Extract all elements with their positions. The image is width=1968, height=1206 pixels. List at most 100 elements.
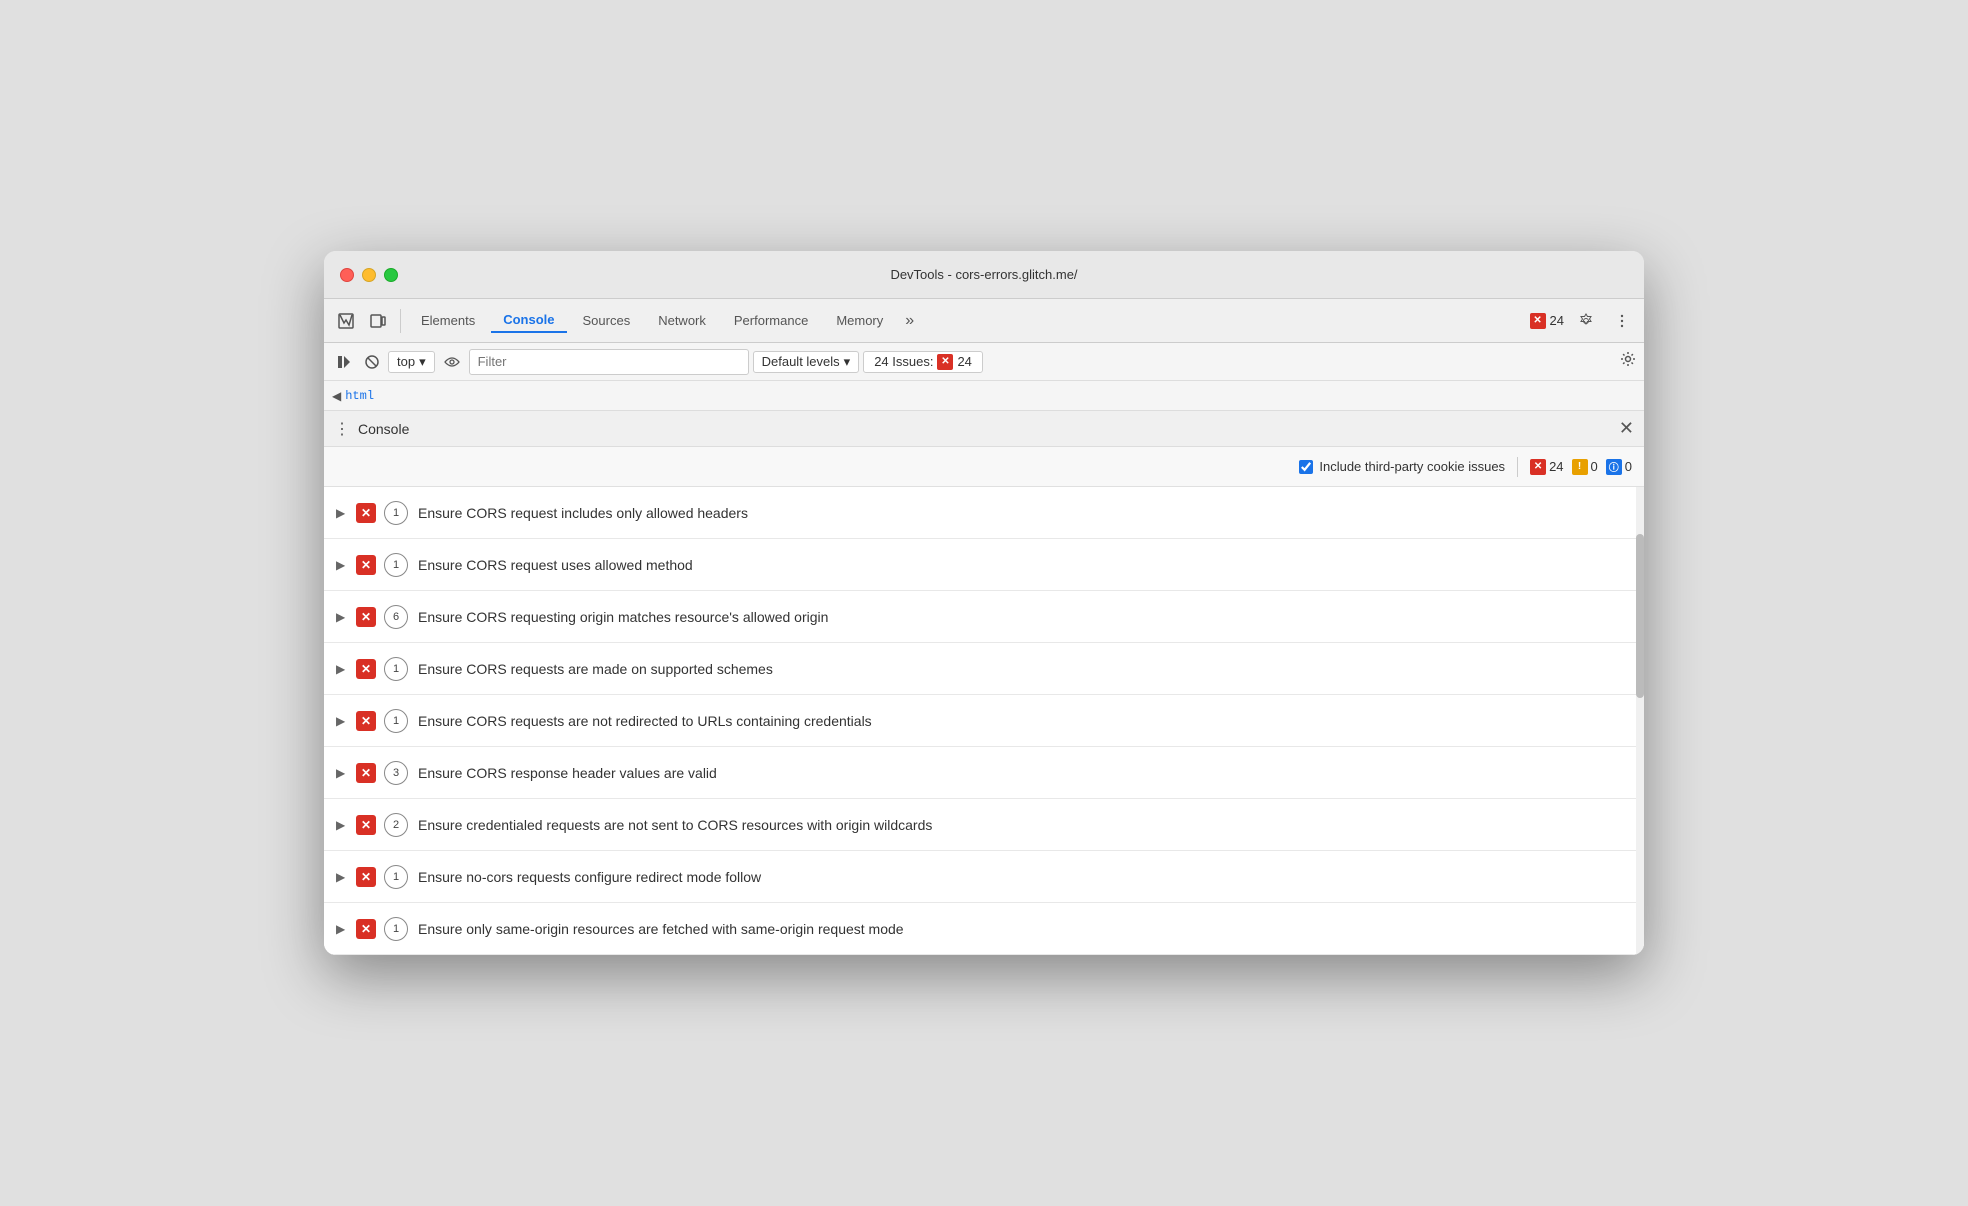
main-toolbar: Elements Console Sources Network Perform… [324, 299, 1644, 343]
window-title: DevTools - cors-errors.glitch.me/ [890, 267, 1077, 282]
issue-count-circle: 1 [384, 657, 408, 681]
device-toolbar-icon[interactable] [364, 307, 392, 335]
maximize-button[interactable] [384, 268, 398, 282]
console-settings-icon[interactable] [1620, 351, 1636, 372]
run-icon[interactable] [332, 350, 356, 374]
breadcrumb-bar: ◀ html [324, 381, 1644, 411]
issue-list-container: ▶ ✕ 1 Ensure CORS request includes only … [324, 487, 1644, 955]
more-tabs-icon[interactable]: » [899, 308, 920, 334]
context-label: top [397, 354, 415, 369]
cookie-label: Include third-party cookie issues [1319, 459, 1505, 474]
issue-text: Ensure only same-origin resources are fe… [418, 921, 904, 937]
issue-error-icon: ✕ [356, 503, 376, 523]
tab-elements[interactable]: Elements [409, 309, 487, 332]
expand-arrow-icon: ▶ [336, 922, 348, 936]
info-count-icon: ⓘ [1606, 459, 1622, 475]
issue-count-circle: 1 [384, 917, 408, 941]
toolbar-right: ✕ 24 [1530, 307, 1636, 335]
issue-count-circle: 3 [384, 761, 408, 785]
context-selector[interactable]: top ▾ [388, 351, 435, 373]
issues-count-row: ✕ 24 ! 0 ⓘ 0 [1530, 459, 1632, 475]
issue-count-circle: 6 [384, 605, 408, 629]
tab-sources[interactable]: Sources [571, 309, 643, 332]
expand-arrow-icon: ▶ [336, 558, 348, 572]
issue-count-circle: 1 [384, 501, 408, 525]
scrollbar-thumb[interactable] [1636, 534, 1644, 698]
tab-performance[interactable]: Performance [722, 309, 820, 332]
error-badge[interactable]: ✕ 24 [1530, 313, 1564, 329]
issues-button[interactable]: 24 Issues: ✕ 24 [863, 351, 983, 373]
issue-row[interactable]: ▶ ✕ 1 Ensure no-cors requests configure … [324, 851, 1644, 903]
expand-arrow-icon: ▶ [336, 818, 348, 832]
tab-console[interactable]: Console [491, 308, 566, 333]
issues-panel: Include third-party cookie issues ✕ 24 !… [324, 447, 1644, 955]
issue-error-icon: ✕ [356, 867, 376, 887]
issue-error-icon: ✕ [356, 555, 376, 575]
error-count-icon: ✕ [1530, 459, 1546, 475]
warning-count-label: 0 [1591, 459, 1598, 474]
console-toolbar: top ▾ Default levels ▾ 24 Issues: ✕ 24 [324, 343, 1644, 381]
close-button[interactable] [340, 268, 354, 282]
issue-row[interactable]: ▶ ✕ 1 Ensure only same-origin resources … [324, 903, 1644, 955]
filter-input[interactable] [469, 349, 749, 375]
expand-arrow-icon: ▶ [336, 714, 348, 728]
issue-text: Ensure CORS requests are made on support… [418, 661, 773, 677]
issue-row[interactable]: ▶ ✕ 1 Ensure CORS request includes only … [324, 487, 1644, 539]
expand-arrow-icon: ▶ [336, 610, 348, 624]
warning-count-badge: ! 0 [1572, 459, 1598, 475]
issue-text: Ensure CORS requests are not redirected … [418, 713, 872, 729]
error-icon: ✕ [1530, 313, 1546, 329]
issue-text: Ensure credentialed requests are not sen… [418, 817, 932, 833]
more-options-icon[interactable] [1608, 307, 1636, 335]
cookie-checkbox-row: Include third-party cookie issues [1299, 459, 1505, 474]
issue-row[interactable]: ▶ ✕ 1 Ensure CORS requests are made on s… [324, 643, 1644, 695]
issue-text: Ensure CORS requesting origin matches re… [418, 609, 828, 625]
issue-error-icon: ✕ [356, 659, 376, 679]
error-count-badge: ✕ 24 [1530, 459, 1563, 475]
close-panel-button[interactable]: ✕ [1619, 418, 1634, 439]
live-expressions-icon[interactable] [439, 349, 465, 375]
issue-text: Ensure CORS response header values are v… [418, 765, 717, 781]
error-count-label: 24 [1549, 459, 1563, 474]
scrollbar-track[interactable] [1636, 487, 1644, 955]
log-levels-selector[interactable]: Default levels ▾ [753, 351, 860, 373]
console-panel-title: Console [358, 421, 409, 437]
expand-arrow-icon: ▶ [336, 662, 348, 676]
expand-arrow-icon: ▶ [336, 766, 348, 780]
block-icon[interactable] [360, 350, 384, 374]
issues-error-icon: ✕ [937, 354, 953, 370]
levels-label: Default levels [762, 354, 840, 369]
devtools-window: DevTools - cors-errors.glitch.me/ Elemen… [324, 251, 1644, 955]
issue-text: Ensure CORS request uses allowed method [418, 557, 693, 573]
panel-menu-icon[interactable]: ⋮ [334, 419, 350, 439]
issue-row[interactable]: ▶ ✕ 6 Ensure CORS requesting origin matc… [324, 591, 1644, 643]
breadcrumb: html [345, 389, 374, 403]
issue-error-icon: ✕ [356, 711, 376, 731]
issue-row[interactable]: ▶ ✕ 1 Ensure CORS request uses allowed m… [324, 539, 1644, 591]
issue-row[interactable]: ▶ ✕ 2 Ensure credentialed requests are n… [324, 799, 1644, 851]
issue-error-icon: ✕ [356, 815, 376, 835]
info-count-label: 0 [1625, 459, 1632, 474]
issue-list: ▶ ✕ 1 Ensure CORS request includes only … [324, 487, 1644, 955]
inspect-icon[interactable] [332, 307, 360, 335]
issues-label: 24 Issues: [874, 354, 933, 369]
issue-row[interactable]: ▶ ✕ 1 Ensure CORS requests are not redir… [324, 695, 1644, 747]
issue-count-circle: 2 [384, 813, 408, 837]
title-bar: DevTools - cors-errors.glitch.me/ [324, 251, 1644, 299]
issue-row[interactable]: ▶ ✕ 3 Ensure CORS response header values… [324, 747, 1644, 799]
settings-icon[interactable] [1572, 307, 1600, 335]
issue-error-icon: ✕ [356, 919, 376, 939]
warning-count-icon: ! [1572, 459, 1588, 475]
issues-header: Include third-party cookie issues ✕ 24 !… [324, 447, 1644, 487]
error-count: 24 [1550, 313, 1564, 328]
tab-network[interactable]: Network [646, 309, 718, 332]
cookie-checkbox[interactable] [1299, 460, 1313, 474]
tab-memory[interactable]: Memory [824, 309, 895, 332]
issue-error-icon: ✕ [356, 607, 376, 627]
expand-arrow-icon: ▶ [336, 506, 348, 520]
console-panel-header: ⋮ Console ✕ [324, 411, 1644, 447]
chevron-down-icon-levels: ▾ [844, 354, 851, 370]
minimize-button[interactable] [362, 268, 376, 282]
expand-arrow-icon: ▶ [336, 870, 348, 884]
issue-text: Ensure no-cors requests configure redire… [418, 869, 761, 885]
